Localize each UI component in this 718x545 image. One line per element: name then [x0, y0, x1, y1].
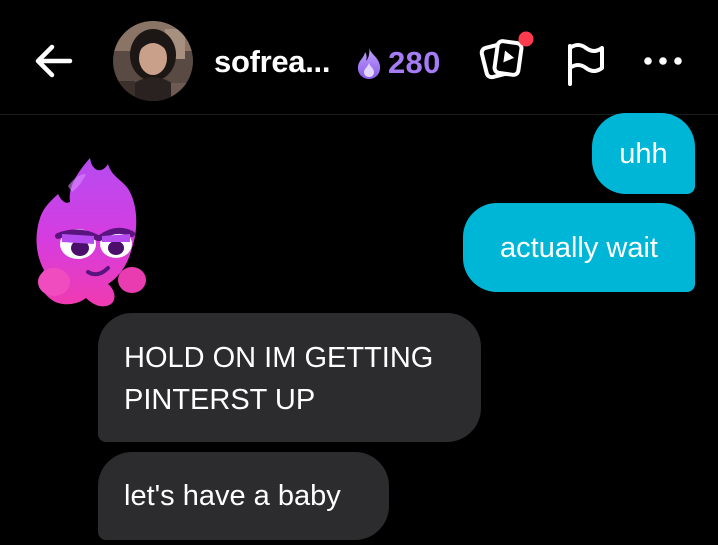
message-text: actually wait: [500, 231, 658, 264]
message-bubble-outgoing[interactable]: uhh: [592, 113, 695, 194]
streak-count: 280: [388, 45, 441, 80]
streak-badge[interactable]: 280: [355, 44, 441, 82]
cards-button[interactable]: [478, 30, 538, 86]
cards-play-icon: [479, 31, 534, 80]
more-button[interactable]: [638, 48, 688, 74]
message-text: HOLD ON IM GETTING PINTERST UP: [124, 342, 434, 416]
message-bubble-incoming[interactable]: HOLD ON IM GETTING PINTERST UP: [98, 313, 481, 442]
back-button[interactable]: [28, 38, 78, 84]
message-text: uhh: [619, 137, 668, 170]
message-text: let's have a baby: [124, 480, 341, 512]
flame-mascot-icon: [36, 158, 146, 307]
flame-icon: [357, 47, 381, 79]
flame-character-sticker[interactable]: [28, 152, 152, 310]
contact-username[interactable]: sofrea...: [214, 44, 330, 80]
message-bubble-outgoing[interactable]: actually wait: [463, 203, 695, 292]
avatar[interactable]: [113, 21, 193, 101]
avatar-photo: [113, 21, 193, 101]
message-bubble-incoming[interactable]: let's have a baby: [98, 452, 389, 540]
report-button[interactable]: [562, 40, 608, 86]
notification-dot: [518, 31, 534, 47]
arrow-left-icon: [35, 44, 73, 78]
flag-icon: [568, 43, 604, 86]
more-horizontal-icon: [644, 57, 682, 65]
chat-header: sofrea... 280: [0, 0, 718, 115]
